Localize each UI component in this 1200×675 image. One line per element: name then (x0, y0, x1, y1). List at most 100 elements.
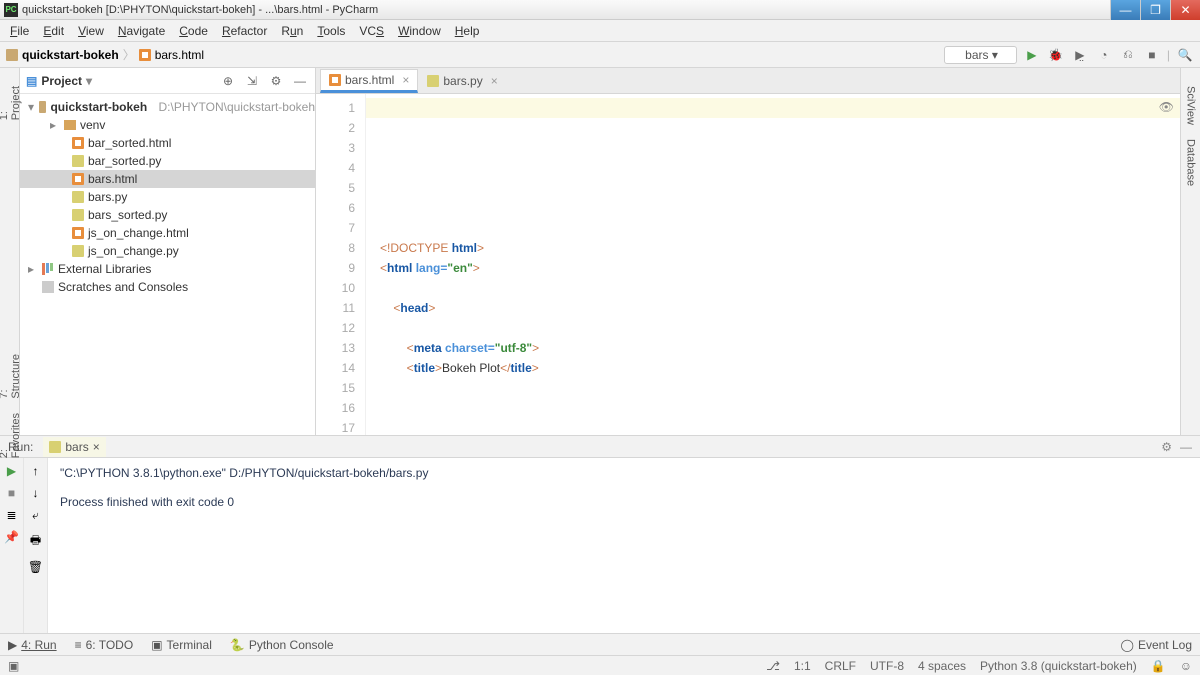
editor-tab-bars-py[interactable]: bars.py× (418, 69, 506, 93)
maximize-button[interactable]: ❐ (1140, 0, 1170, 20)
menu-window[interactable]: Window (392, 22, 447, 40)
python-file-icon (72, 191, 84, 203)
hide-panel-icon[interactable]: — (1180, 440, 1192, 454)
python-file-icon (49, 441, 61, 453)
bottom-toolbar: ▶ 4: Run ≡ 6: TODO ▣ Terminal 🐍 Python C… (0, 633, 1200, 655)
menu-run[interactable]: Run (275, 22, 309, 40)
coverage-button[interactable]: ▶̤ (1071, 46, 1089, 64)
menu-edit[interactable]: Edit (37, 22, 70, 40)
line-ending[interactable]: CRLF (825, 659, 856, 673)
tree-scratches[interactable]: Scratches and Consoles (20, 278, 315, 296)
window-title: quickstart-bokeh [D:\PHYTON\quickstart-b… (22, 4, 1110, 16)
run-output[interactable]: "C:\PYTHON 3.8.1\python.exe" D:/PHYTON/q… (48, 458, 1200, 633)
print-icon[interactable]: 🖶 (30, 531, 41, 552)
editor-area: bars.html× bars.py× 12345678910111213141… (316, 68, 1180, 435)
gear-icon[interactable]: ⚙ (1161, 440, 1172, 454)
collapse-icon[interactable]: ⇲ (243, 72, 261, 90)
run-side-toolbar: ▶ ■ ≣ 📌 (0, 458, 24, 633)
debug-button[interactable]: 🐞 (1047, 46, 1065, 64)
locate-icon[interactable]: ⊕ (219, 72, 237, 90)
menu-refactor[interactable]: Refactor (216, 22, 273, 40)
interpreter[interactable]: Python 3.8 (quickstart-bokeh) (980, 659, 1137, 673)
run-tab[interactable]: bars× (43, 437, 105, 457)
tab-run[interactable]: ▶ 4: Run (8, 638, 57, 652)
tab-todo[interactable]: ≡ 6: TODO (75, 638, 134, 652)
tab-favorites[interactable]: 2: Favorites (0, 413, 22, 458)
profile-button[interactable]: ◔ (1095, 46, 1113, 64)
run-button[interactable]: ▶ (1023, 46, 1041, 64)
close-tab-icon[interactable]: × (402, 73, 409, 87)
stop-button[interactable]: ■ (8, 486, 15, 500)
close-tab-icon[interactable]: × (491, 74, 498, 88)
run-config-select[interactable]: bars ▾ (944, 46, 1017, 64)
gear-icon[interactable]: ⚙ (267, 72, 285, 90)
status-toggle-icon[interactable]: ▣ (8, 659, 19, 673)
menu-help[interactable]: Help (449, 22, 486, 40)
tree-venv[interactable]: ▸ venv (20, 116, 315, 134)
rerun-button[interactable]: ▶ (7, 464, 16, 478)
stop-button[interactable]: ■ (1143, 46, 1161, 64)
wrap-icon[interactable]: ⤶ (32, 508, 39, 523)
project-tree[interactable]: ▾ quickstart-bokeh D:\PHYTON\quickstart-… (20, 94, 315, 435)
tab-sciview[interactable]: SciView (1185, 86, 1197, 125)
html-file-icon (139, 49, 151, 61)
layout-icon[interactable]: ≣ (6, 508, 16, 522)
tab-database[interactable]: Database (1185, 139, 1197, 186)
html-file-icon (329, 74, 341, 86)
tree-root[interactable]: ▾ quickstart-bokeh D:\PHYTON\quickstart-… (20, 98, 315, 116)
encoding[interactable]: UTF-8 (870, 659, 904, 673)
tree-file[interactable]: js_on_change.html (20, 224, 315, 242)
html-file-icon (72, 173, 84, 185)
status-bar: ▣ ⎇ 1:1 CRLF UTF-8 4 spaces Python 3.8 (… (0, 655, 1200, 675)
tree-file[interactable]: bars_sorted.py (20, 206, 315, 224)
menu-view[interactable]: View (72, 22, 110, 40)
code-content[interactable]: <!DOCTYPE html> <html lang="en"> <head> … (380, 158, 1180, 398)
left-tool-strip: 1: Project 7: Structure 2: Favorites (0, 68, 20, 435)
tree-file[interactable]: bar_sorted.html (20, 134, 315, 152)
tree-file-selected[interactable]: bars.html (20, 170, 315, 188)
hector-icon[interactable]: ☺ (1180, 659, 1192, 673)
html-file-icon (72, 227, 84, 239)
up-icon[interactable]: ↑ (33, 464, 39, 478)
git-icon[interactable]: ⎇ (766, 659, 780, 673)
breadcrumb-root: quickstart-bokeh (22, 48, 119, 62)
breadcrumb-file: bars.html (155, 48, 204, 62)
menu-navigate[interactable]: Navigate (112, 22, 171, 40)
minimize-button[interactable]: — (1110, 0, 1140, 20)
event-log[interactable]: ◯ Event Log (1121, 638, 1192, 652)
folder-icon (6, 49, 18, 61)
menu-file[interactable]: File (4, 22, 35, 40)
menu-tools[interactable]: Tools (311, 22, 351, 40)
tab-python-console[interactable]: 🐍 Python Console (230, 638, 334, 652)
indent[interactable]: 4 spaces (918, 659, 966, 673)
tab-structure[interactable]: 7: Structure (0, 354, 22, 399)
menu-vcs[interactable]: VCS (353, 22, 390, 40)
close-tab-icon[interactable]: × (93, 440, 100, 454)
menu-code[interactable]: Code (173, 22, 214, 40)
editor-tab-bars-html[interactable]: bars.html× (320, 69, 418, 93)
tree-file[interactable]: bars.py (20, 188, 315, 206)
lock-icon[interactable]: 🔒 (1151, 659, 1166, 673)
scratches-icon (42, 281, 54, 293)
down-icon[interactable]: ↓ (33, 486, 39, 500)
tree-file[interactable]: js_on_change.py (20, 242, 315, 260)
tree-external-libraries[interactable]: ▸ External Libraries (20, 260, 315, 278)
hide-panel-icon[interactable]: — (291, 72, 309, 90)
search-everywhere-button[interactable]: 🔍 (1176, 46, 1194, 64)
project-panel-title[interactable]: ▤ Project ▾ (26, 74, 213, 88)
attach-button[interactable]: ⎌ (1119, 46, 1137, 64)
run-side-toolbar-2: ↑ ↓ ⤶ 🖶 🗑 (24, 458, 48, 633)
tree-file[interactable]: bar_sorted.py (20, 152, 315, 170)
trash-icon[interactable]: 🗑 (28, 560, 43, 574)
code-editor[interactable]: 1234567891011121314151617 <!DOCTYPE html… (316, 94, 1180, 435)
python-file-icon (72, 209, 84, 221)
folder-icon (39, 101, 47, 113)
tab-terminal[interactable]: ▣ Terminal (151, 638, 212, 652)
right-tool-strip: SciView Database (1180, 68, 1200, 435)
pin-icon[interactable]: 📌 (4, 530, 19, 544)
close-button[interactable]: ✕ (1170, 0, 1200, 20)
tab-project[interactable]: 1: Project (0, 86, 22, 120)
breadcrumb[interactable]: quickstart-bokeh 〉 bars.html (6, 46, 204, 63)
cursor-position[interactable]: 1:1 (794, 659, 811, 673)
inspection-eye-icon[interactable]: 👁 (1159, 100, 1174, 114)
